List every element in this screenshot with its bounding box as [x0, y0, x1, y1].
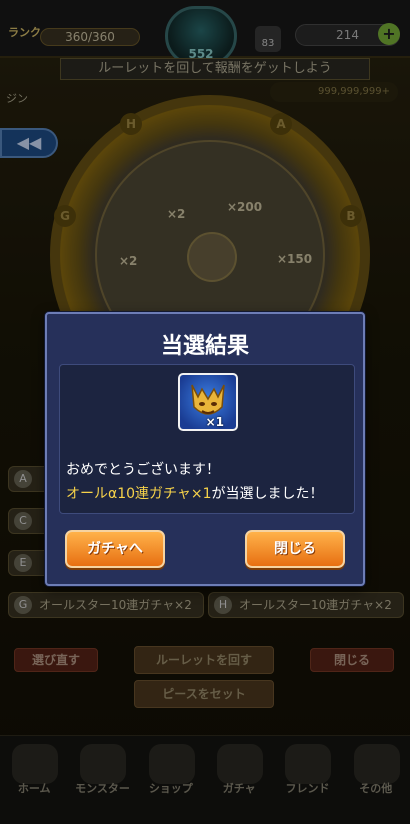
result-dialog: 当選結果 ×1 おめでとうございます！ オールα10連ガチャ×1が当選しました！…: [45, 312, 365, 586]
go-to-gacha-button[interactable]: ガチャへ: [65, 530, 165, 568]
win-message-rest: が当選しました！: [211, 486, 324, 502]
close-dialog-button[interactable]: 閉じる: [245, 530, 345, 568]
dialog-title: 当選結果: [160, 334, 249, 359]
prize-name: オールα10連ガチャ×1: [66, 486, 212, 502]
congrats-message: おめでとうございます！: [66, 462, 220, 478]
gacha-ticket-icon: ×1: [178, 373, 238, 431]
item-count: ×1: [205, 415, 224, 429]
win-message: オールα10連ガチャ×1が当選しました！: [66, 483, 324, 503]
dialog-body: ×1 おめでとうございます！ オールα10連ガチャ×1が当選しました！: [59, 364, 355, 514]
